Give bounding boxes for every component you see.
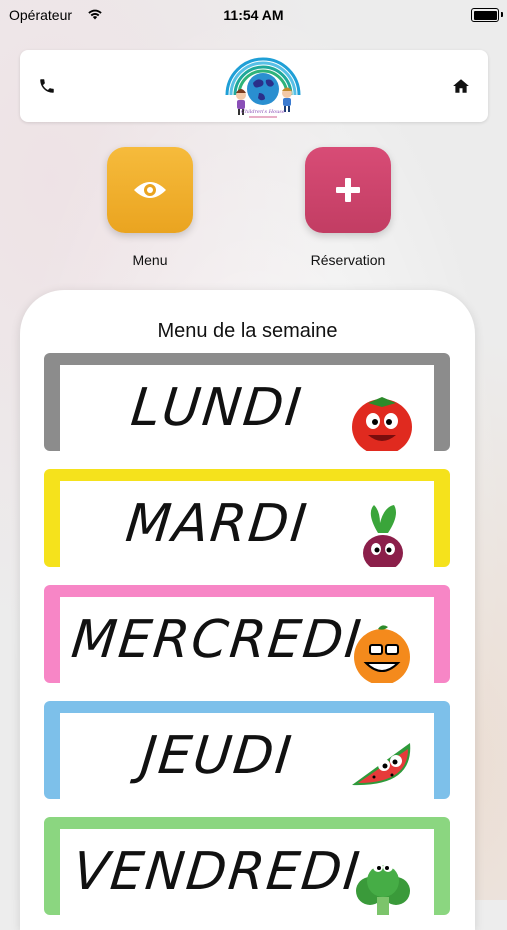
header-bar: Children's House xyxy=(20,50,488,122)
broccoli-icon xyxy=(356,862,410,915)
day-card-vendredi[interactable]: VENDREDI xyxy=(44,817,450,915)
day-card-inner: LUNDI xyxy=(60,365,434,451)
logo: Children's House xyxy=(225,57,301,118)
clock: 11:54 AM xyxy=(223,7,284,23)
battery-tip xyxy=(501,12,503,17)
day-card-inner: VENDREDI xyxy=(60,829,434,915)
day-name: LUNDI xyxy=(128,378,306,438)
watermelon-icon xyxy=(352,743,411,786)
eye-icon xyxy=(134,182,166,198)
beet-icon xyxy=(363,505,403,567)
weekly-menu-panel: Menu de la semaine LUNDI MARDI MERCREDI … xyxy=(20,290,475,930)
logo-text: Children's House xyxy=(241,109,285,115)
menu-button-label: Menu xyxy=(132,252,168,268)
day-card-lundi[interactable]: LUNDI xyxy=(44,353,450,451)
day-card-jeudi[interactable]: JEUDI xyxy=(44,701,450,799)
day-name: MERCREDI xyxy=(68,610,366,670)
battery-icon xyxy=(471,8,499,22)
weekly-menu-title: Menu de la semaine xyxy=(157,320,338,342)
phone-icon[interactable] xyxy=(38,77,56,95)
tomato-icon xyxy=(352,397,412,451)
day-card-mardi[interactable]: MARDI xyxy=(44,469,450,567)
reservation-button-label: Réservation xyxy=(310,252,386,268)
reservation-button[interactable] xyxy=(305,147,391,233)
home-icon[interactable] xyxy=(452,77,470,95)
status-bar: Opérateur 11:54 AM xyxy=(0,0,507,30)
day-card-inner: JEUDI xyxy=(60,713,434,799)
day-card-inner: MARDI xyxy=(60,481,434,567)
day-name: MARDI xyxy=(122,494,312,554)
day-card-mercredi[interactable]: MERCREDI xyxy=(44,585,450,683)
menu-button[interactable] xyxy=(107,147,193,233)
day-card-inner: MERCREDI xyxy=(60,597,434,683)
day-name: JEUDI xyxy=(138,726,296,786)
orange-icon xyxy=(354,625,410,683)
plus-icon xyxy=(336,178,360,202)
day-name: VENDREDI xyxy=(69,842,365,902)
